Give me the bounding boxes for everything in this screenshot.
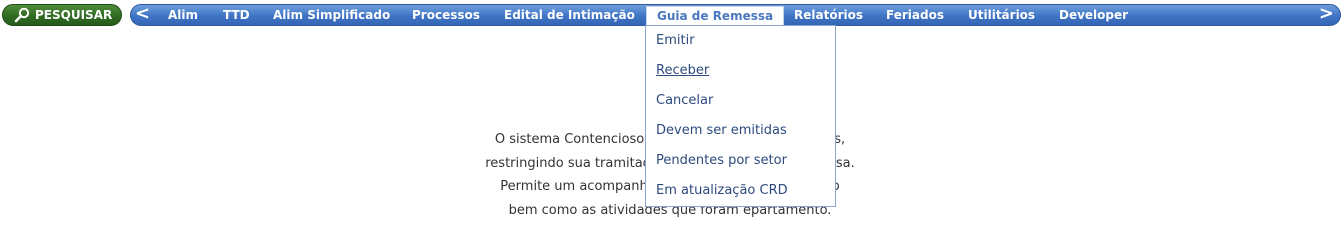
nav-prev-arrow[interactable]: < xyxy=(135,3,150,24)
menu-item-pendentes-por-setor[interactable]: Pendentes por setor xyxy=(656,153,787,168)
menu-item-cancelar[interactable]: Cancelar xyxy=(656,93,713,108)
nav-item-edital-de-intimacao[interactable]: Edital de Intimação xyxy=(504,8,635,22)
nav-item-alim-simplificado[interactable]: Alim Simplificado xyxy=(273,8,390,22)
nav-item-utilitarios[interactable]: Utilitários xyxy=(968,8,1035,22)
menu-item-receber[interactable]: Receber xyxy=(656,63,709,78)
nav-item-relatorios[interactable]: Relatórios xyxy=(794,8,863,22)
guia-de-remessa-dropdown: Emitir Receber Cancelar Devem ser emitid… xyxy=(645,25,836,207)
search-button-label: PESQUISAR xyxy=(35,8,113,22)
search-button[interactable]: PESQUISAR xyxy=(2,4,122,26)
nav-item-feriados[interactable]: Feriados xyxy=(886,8,944,22)
nav-item-guia-de-remessa[interactable]: Guia de Remessa xyxy=(646,6,785,27)
page-root: PESQUISAR < Alim TTD Alim Simplificado P… xyxy=(0,0,1343,249)
main-nav: < Alim TTD Alim Simplificado Processos E… xyxy=(130,3,1341,27)
menu-item-devem-ser-emitidas[interactable]: Devem ser emitidas xyxy=(656,123,787,138)
nav-next-arrow[interactable]: > xyxy=(1319,3,1334,24)
magnifier-icon xyxy=(13,7,33,23)
menu-item-emitir[interactable]: Emitir xyxy=(656,33,695,48)
menu-item-em-atualizacao-crd[interactable]: Em atualização CRD xyxy=(656,183,788,198)
nav-item-developer[interactable]: Developer xyxy=(1059,8,1128,22)
nav-item-processos[interactable]: Processos xyxy=(412,8,480,22)
nav-item-ttd[interactable]: TTD xyxy=(223,8,250,22)
nav-item-alim[interactable]: Alim xyxy=(168,8,198,22)
